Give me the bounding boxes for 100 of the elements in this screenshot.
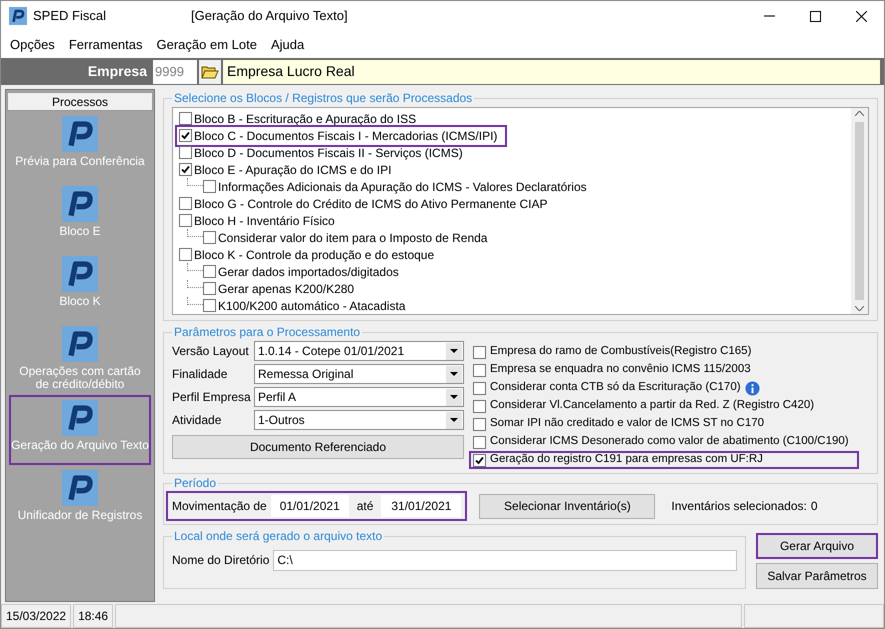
- group-title: Local onde será gerado o arquivo texto: [173, 528, 384, 545]
- menu-item[interactable]: Geração em Lote: [156, 34, 257, 54]
- menu-item[interactable]: Opções: [10, 34, 55, 54]
- date-field[interactable]: 31/01/2021: [381, 495, 462, 517]
- dropdown[interactable]: 1-Outros: [254, 410, 464, 430]
- checkbox[interactable]: [179, 214, 192, 227]
- block-label: K100/K200 automático - Atacadista: [218, 298, 406, 314]
- block-label: Bloco C - Documentos Fiscais I - Mercadorias (ICMS/IPI): [194, 128, 498, 144]
- checkbox[interactable]: [203, 299, 216, 312]
- dropdown-arrow-icon: [450, 372, 458, 376]
- dropdown[interactable]: 1.0.14 - Cotepe 01/01/2021: [254, 341, 464, 361]
- process-icon: [62, 116, 98, 152]
- dropdown-arrow-icon: [450, 395, 458, 399]
- window-title: SPED Fiscal: [33, 7, 107, 26]
- process-label: Bloco E: [58, 225, 102, 238]
- option-label: Somar IPI não creditado e valor de ICMS ST no C170: [490, 416, 764, 432]
- option-label: Empresa se enquadra no convênio ICMS 115/2003: [490, 362, 751, 378]
- group-title: Parâmetros para o Processamento: [173, 324, 362, 341]
- dropdown[interactable]: Perfil A: [254, 387, 464, 407]
- process-label: Bloco K: [58, 295, 102, 308]
- group-title: Período: [173, 475, 218, 492]
- open-folder-button[interactable]: [199, 60, 221, 84]
- checkbox[interactable]: [179, 197, 192, 210]
- process-icon: [62, 256, 98, 292]
- process-icon: [62, 470, 98, 506]
- status-panel: 15/03/2022: [1, 604, 72, 628]
- close-icon: [856, 10, 866, 22]
- scroll-down-icon: [855, 306, 864, 311]
- option-label: Considerar ICMS Desonerado como valor de abatimento (C100/C190): [490, 434, 849, 450]
- block-label: Bloco B - Escrituração e Apuração do ISS: [194, 110, 416, 128]
- block-label: Gerar dados importados/digitados: [218, 264, 399, 280]
- checkbox[interactable]: [473, 364, 486, 376]
- checkbox[interactable]: [179, 129, 192, 142]
- checkbox[interactable]: [473, 418, 486, 430]
- period-from-label: Movimentação de: [172, 498, 267, 515]
- block-label: Bloco K - Controle da produção e do estoque: [194, 246, 434, 264]
- process-label: Operações com cartão de crédito/débito: [18, 365, 142, 391]
- block-label: Bloco D - Documentos Fiscais II - Serviços (ICMS): [194, 144, 463, 162]
- referenced-document-button[interactable]: Documento Referenciado: [172, 435, 464, 459]
- checkbox[interactable]: [473, 400, 486, 412]
- maximize-icon: [810, 10, 820, 22]
- checkbox[interactable]: [179, 146, 192, 159]
- option-label: Considerar conta CTB só da Escrituração (C170): [490, 380, 741, 396]
- checkbox[interactable]: [203, 265, 216, 278]
- dropdown[interactable]: Remessa Original: [254, 364, 464, 384]
- process-label: Prévia para Conferência: [14, 155, 146, 168]
- info-icon[interactable]: [744, 380, 760, 396]
- dropdown-arrow-icon: [450, 418, 458, 422]
- block-label: Gerar apenas K200/K280: [218, 280, 354, 298]
- checkmark-icon: [475, 456, 484, 464]
- block-label: Bloco E - Apuração do ICMS e do IPI: [194, 162, 392, 178]
- checkmark-icon: [181, 131, 190, 140]
- app-logo-icon: [9, 7, 27, 25]
- option-label: Considerar Vl.Cancelamento a partir da Red. Z (Registro C420): [490, 398, 814, 414]
- block-label: Considerar valor do item para o Imposto de Renda: [218, 230, 488, 246]
- scroll-thumb[interactable]: [855, 122, 864, 300]
- action-button[interactable]: Salvar Parâmetros: [756, 563, 878, 589]
- directory-label: Nome do Diretório: [172, 552, 270, 569]
- process-icon: [62, 400, 98, 436]
- checkbox[interactable]: [179, 163, 192, 176]
- block-label: Informações Adicionais da Apuração do ICMS - Valores Declaratórios: [218, 178, 587, 196]
- company-name-field[interactable]: Empresa Lucro Real: [223, 60, 880, 84]
- sidebar-header: Processos: [7, 92, 153, 111]
- field-label: Perfil Empresa: [172, 389, 252, 406]
- checkbox[interactable]: [179, 248, 192, 261]
- action-button[interactable]: Gerar Arquivo: [756, 533, 878, 559]
- select-inventory-button[interactable]: Selecionar Inventário(s): [479, 494, 656, 518]
- block-label: Bloco G - Controle do Crédito de ICMS do Ativo Permanente CIAP: [194, 196, 548, 212]
- checkbox[interactable]: [473, 382, 486, 394]
- directory-field[interactable]: C:\: [273, 550, 737, 570]
- folder-icon: [201, 64, 219, 79]
- field-label: Finalidade: [172, 366, 228, 383]
- checkbox[interactable]: [203, 180, 216, 193]
- checkbox[interactable]: [179, 112, 192, 125]
- minimize-icon: [764, 15, 774, 17]
- dropdown-value: 1-Outros: [258, 412, 306, 429]
- checkbox[interactable]: [473, 436, 486, 448]
- menu-item[interactable]: Ferramentas: [68, 34, 143, 54]
- checkbox[interactable]: [473, 346, 486, 358]
- group-title: Selecione os Blocos / Registros que serão Processados: [173, 90, 474, 107]
- scrollbar[interactable]: [851, 108, 868, 314]
- block-label: Bloco H - Inventário Físico: [194, 212, 335, 230]
- process-label: Geração do Arquivo Texto: [11, 439, 149, 452]
- menu-item[interactable]: Ajuda: [270, 34, 304, 54]
- dropdown-arrow-icon: [450, 349, 458, 353]
- field-label: Atividade: [172, 412, 222, 429]
- dropdown-value: 1.0.14 - Cotepe 01/01/2021: [258, 343, 406, 360]
- process-label: Unificador de Registros: [16, 509, 144, 522]
- company-label: Empresa: [86, 62, 148, 81]
- option-label: Empresa do ramo de Combustíveis(Registro C165): [490, 344, 752, 360]
- date-field[interactable]: 01/01/2021: [270, 495, 349, 517]
- checkbox[interactable]: [203, 231, 216, 244]
- checkmark-icon: [181, 165, 190, 174]
- checkbox[interactable]: [203, 282, 216, 295]
- company-code-field[interactable]: 9999: [153, 60, 197, 84]
- dropdown-value: Perfil A: [258, 389, 298, 406]
- field-label: Versão Layout: [172, 343, 250, 360]
- period-to-label: até: [356, 498, 374, 515]
- status-panel: 18:46: [73, 604, 114, 628]
- checkbox[interactable]: [473, 454, 486, 466]
